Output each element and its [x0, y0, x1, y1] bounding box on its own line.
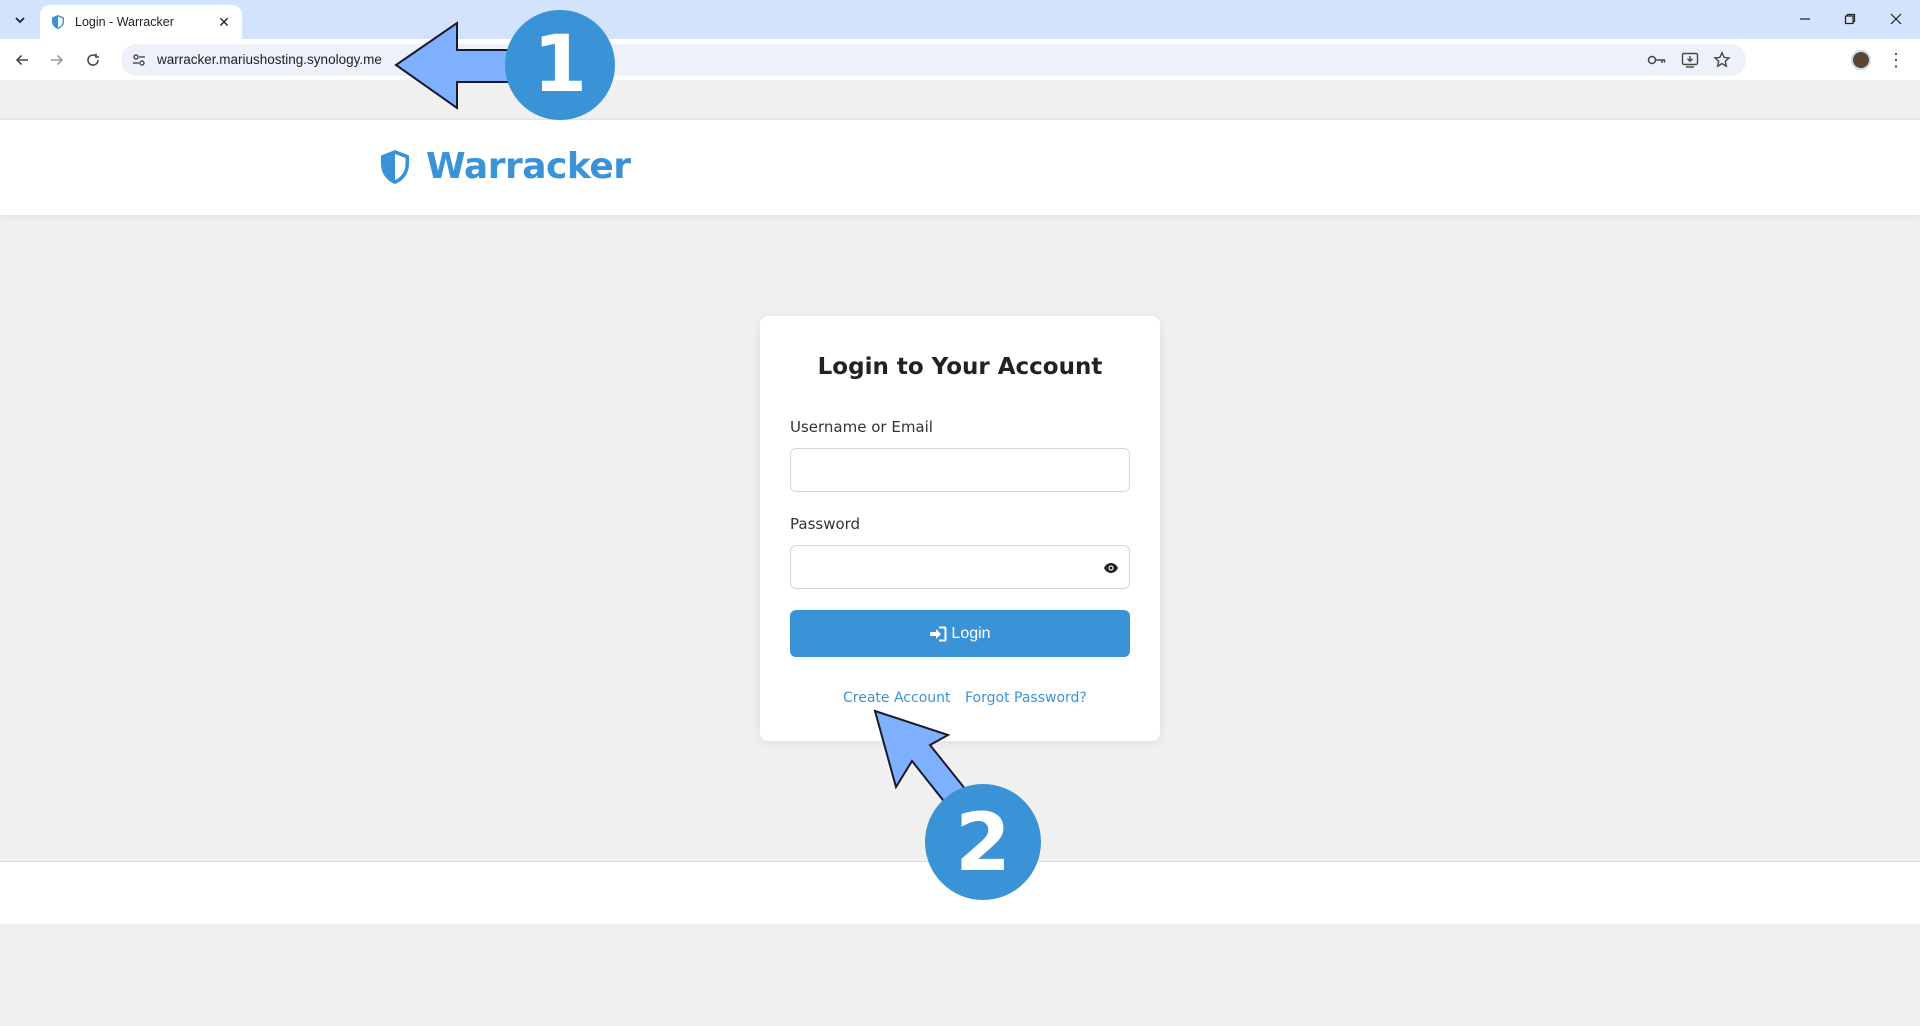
sign-in-icon — [929, 626, 947, 642]
install-app-icon[interactable] — [1680, 50, 1700, 70]
browser-toolbar: warracker.mariushosting.synology.me ⋮ — [0, 39, 1920, 80]
key-icon[interactable] — [1647, 50, 1667, 70]
tab-strip: Login - Warracker ✕ — [0, 0, 1920, 39]
login-button[interactable]: Login — [790, 610, 1130, 657]
address-bar[interactable]: warracker.mariushosting.synology.me — [121, 44, 1746, 76]
site-settings-icon[interactable] — [131, 52, 147, 68]
login-button-label: Login — [951, 624, 991, 642]
username-label: Username or Email — [790, 418, 933, 436]
login-card: Login to Your Account Username or Email … — [760, 316, 1160, 741]
annotation-badge-1: 1 — [505, 10, 615, 120]
forward-icon[interactable] — [43, 46, 71, 74]
url-text[interactable]: warracker.mariushosting.synology.me — [157, 52, 382, 67]
minimize-icon[interactable] — [1795, 9, 1815, 29]
profile-avatar[interactable] — [1851, 50, 1871, 70]
restore-icon[interactable] — [1840, 9, 1860, 29]
close-window-icon[interactable] — [1886, 9, 1906, 29]
create-account-link[interactable]: Create Account — [843, 690, 951, 706]
brand-name: Warracker — [426, 146, 631, 187]
close-tab-icon[interactable]: ✕ — [216, 14, 232, 30]
username-input[interactable] — [790, 448, 1130, 492]
password-input[interactable] — [790, 545, 1130, 589]
card-title: Login to Your Account — [817, 354, 1103, 380]
chevron-down-icon — [15, 17, 25, 24]
bookmark-star-icon[interactable] — [1712, 50, 1732, 70]
tab-title: Login - Warracker — [75, 15, 174, 29]
reload-icon[interactable] — [79, 46, 107, 74]
forgot-password-link[interactable]: Forgot Password? — [965, 690, 1087, 706]
site-header: Warracker — [0, 119, 1920, 215]
eye-icon[interactable] — [1101, 558, 1121, 578]
brand[interactable]: Warracker — [378, 146, 631, 187]
menu-dots-icon[interactable]: ⋮ — [1886, 48, 1906, 72]
browser-tab[interactable]: Login - Warracker ✕ — [40, 5, 242, 39]
shield-logo-icon — [378, 148, 412, 186]
password-label: Password — [790, 515, 861, 533]
annotation-badge-2: 2 — [925, 784, 1041, 900]
shield-icon — [50, 14, 66, 30]
back-icon[interactable] — [8, 46, 36, 74]
tab-search-button[interactable] — [7, 7, 33, 33]
